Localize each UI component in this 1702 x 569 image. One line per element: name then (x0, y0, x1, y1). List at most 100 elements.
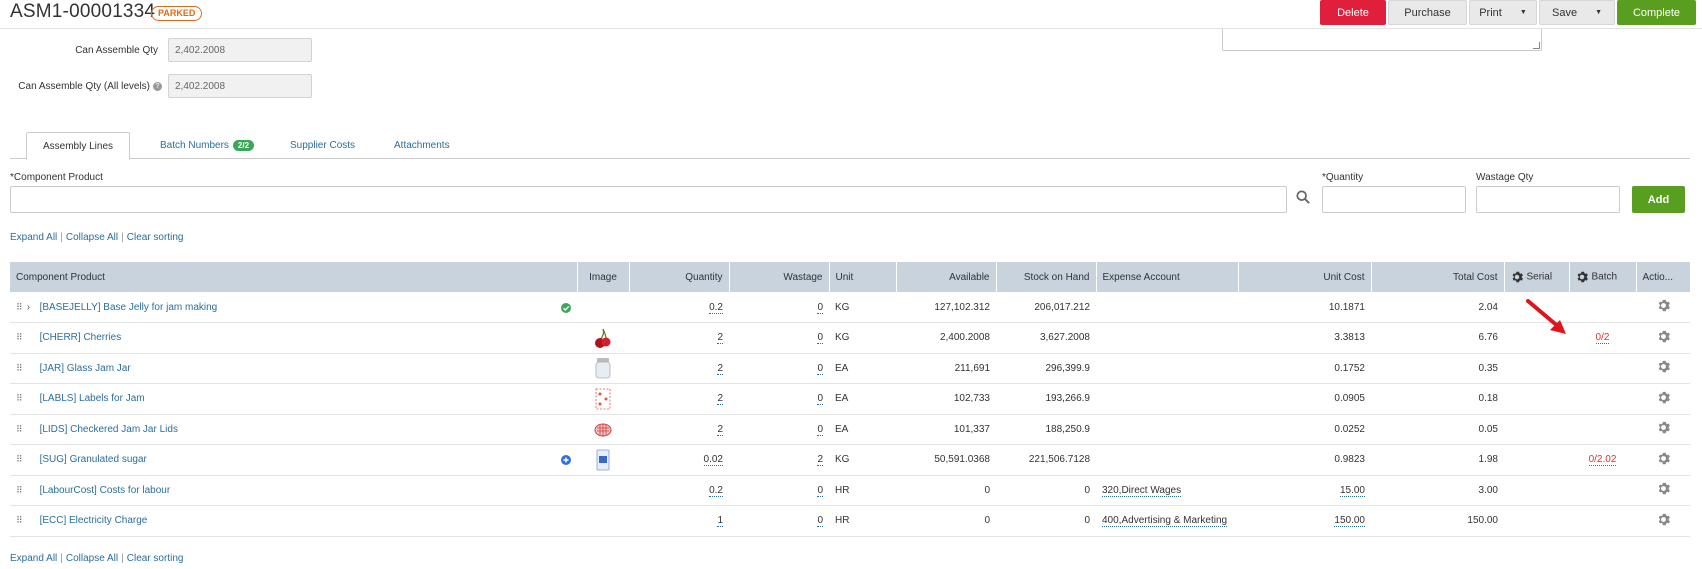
col-component-product[interactable]: Component Product (10, 262, 578, 292)
col-stock-on-hand[interactable]: Stock on Hand (996, 262, 1097, 292)
tab-batch-numbers[interactable]: Batch Numbers 2/2 (144, 132, 270, 159)
expand-all-link[interactable]: Expand All (10, 553, 57, 564)
tab-assembly-lines[interactable]: Assembly Lines (26, 132, 131, 160)
col-expense-account[interactable]: Expense Account (1096, 262, 1239, 292)
quantity-value[interactable]: 2 (717, 362, 723, 375)
help-icon[interactable]: ? (153, 82, 162, 91)
drag-handle-icon[interactable]: ⠿ (16, 515, 24, 526)
drag-handle-icon[interactable]: ⠿ (16, 363, 24, 374)
col-quantity[interactable]: Quantity (629, 262, 730, 292)
drag-handle-icon[interactable]: ⠿ (16, 485, 24, 496)
quantity-input[interactable] (1322, 186, 1466, 213)
gear-icon[interactable] (1657, 299, 1670, 315)
print-button[interactable]: Print ▼ (1469, 0, 1537, 25)
wastage-value[interactable]: 0 (817, 515, 823, 528)
delete-button[interactable]: Delete (1320, 0, 1386, 25)
table-row[interactable]: ⠿ [ECC] Electricity Charge 1 0 HR 0 0 400,Adve… (10, 505, 1690, 537)
gear-icon[interactable] (1657, 513, 1670, 529)
complete-button[interactable]: Complete (1617, 0, 1696, 25)
col-unit[interactable]: Unit (829, 262, 897, 292)
quantity-value[interactable]: 0.02 (703, 454, 723, 467)
drag-handle-icon[interactable]: ⠿ (16, 424, 24, 435)
drag-handle-icon[interactable]: ⠿ (16, 302, 24, 313)
quantity-value[interactable]: 2 (717, 332, 723, 345)
drag-handle-icon[interactable]: ⠿ (16, 332, 24, 343)
batch-link[interactable]: 0/2 (1595, 332, 1610, 345)
table-row[interactable]: ⠿ [LabourCost] Costs for labour 0.2 0 HR 0 0 3… (10, 475, 1690, 506)
wastage-value[interactable]: 0 (817, 484, 823, 497)
gear-icon[interactable] (1657, 452, 1670, 468)
wastage-value[interactable]: 0 (817, 362, 823, 375)
quantity-value[interactable]: 2 (717, 393, 723, 406)
product-thumbnail[interactable] (594, 423, 612, 437)
product-link[interactable]: [LabourCost] Costs for labour (40, 485, 171, 496)
wastage-value[interactable]: 0 (817, 301, 823, 314)
drag-handle-icon[interactable]: ⠿ (16, 454, 24, 465)
image-cell (577, 444, 629, 476)
product-link[interactable]: [ECC] Electricity Charge (40, 515, 148, 526)
purchase-button[interactable]: Purchase (1388, 0, 1467, 25)
expense-account-value[interactable]: 400,Advertising & Marketing (1102, 515, 1228, 528)
product-link[interactable]: [JAR] Glass Jam Jar (40, 363, 131, 374)
quantity-value[interactable]: 2 (717, 423, 723, 436)
table-row[interactable]: ⠿ [CHERR] Cherries 2 0 KG 2,400.2008 3,627.20… (10, 322, 1690, 354)
add-button[interactable]: Add (1632, 186, 1685, 213)
component-product-input[interactable] (10, 186, 1287, 213)
gear-icon[interactable] (1511, 271, 1523, 283)
table-row[interactable]: ⠿ [SUG] Granulated sugar 0.02 2 KG 50,591.03… (10, 444, 1690, 476)
tab-supplier-costs[interactable]: Supplier Costs (274, 132, 371, 159)
product-link[interactable]: [LIDS] Checkered Jam Jar Lids (40, 424, 178, 435)
table-row[interactable]: ⠿ › [BASEJELLY] Base Jelly for jam makin… (10, 292, 1690, 323)
wastage-value[interactable]: 0 (817, 423, 823, 436)
product-thumbnail[interactable] (594, 449, 612, 471)
wastage-value[interactable]: 0 (817, 332, 823, 345)
wastage-value[interactable]: 2 (817, 454, 823, 467)
collapse-all-link[interactable]: Collapse All (66, 553, 118, 564)
product-link[interactable]: [LABLS] Labels for Jam (40, 393, 145, 404)
collapse-all-link[interactable]: Collapse All (66, 232, 118, 243)
col-unit-cost[interactable]: Unit Cost (1238, 262, 1372, 292)
gear-icon[interactable] (1657, 330, 1670, 346)
expand-all-link[interactable]: Expand All (10, 232, 57, 243)
clear-sorting-link[interactable]: Clear sorting (127, 553, 184, 564)
gear-icon[interactable] (1657, 422, 1670, 437)
chevron-right-icon[interactable]: › (27, 302, 37, 313)
unit-cost-value[interactable]: 15.00 (1339, 484, 1365, 497)
drag-handle-icon[interactable]: ⠿ (16, 393, 24, 404)
product-thumbnail[interactable] (594, 388, 612, 410)
table-row[interactable]: ⠿ [JAR] Glass Jam Jar 2 0 EA 211,691 296,399.… (10, 353, 1690, 384)
col-total-cost[interactable]: Total Cost (1371, 262, 1505, 292)
unit-cost-value[interactable]: 150.00 (1334, 515, 1365, 528)
expense-account-value[interactable]: 320,Direct Wages (1102, 484, 1182, 497)
product-link[interactable]: [CHERR] Cherries (40, 332, 122, 343)
gear-icon[interactable] (1657, 483, 1670, 498)
col-serial[interactable]: Serial (1504, 262, 1570, 292)
batch-link[interactable]: 0/2.02 (1588, 454, 1617, 467)
quantity-value[interactable]: 0.2 (709, 484, 723, 497)
product-thumbnail[interactable] (594, 328, 612, 348)
col-wastage[interactable]: Wastage (729, 262, 830, 292)
gear-icon[interactable] (1657, 361, 1670, 376)
table-row[interactable]: ⠿ [LABLS] Labels for Jam 2 0 EA 102,733 193,2… (10, 383, 1690, 415)
wastage-value[interactable]: 0 (817, 393, 823, 406)
notes-textarea[interactable] (1222, 29, 1542, 51)
search-icon[interactable] (1296, 190, 1310, 204)
gear-icon[interactable] (1576, 271, 1588, 283)
tab-attachments[interactable]: Attachments (378, 132, 466, 159)
gear-icon[interactable] (1657, 391, 1670, 407)
plus-circle-icon[interactable] (561, 455, 571, 466)
product-thumbnail[interactable] (594, 358, 612, 379)
col-image[interactable]: Image (577, 262, 630, 292)
col-available[interactable]: Available (896, 262, 997, 292)
save-button[interactable]: Save ▼ (1539, 0, 1615, 25)
wastage-qty-input[interactable] (1476, 186, 1620, 213)
clear-sorting-link[interactable]: Clear sorting (127, 232, 184, 243)
table-row[interactable]: ⠿ [LIDS] Checkered Jam Jar Lids 2 0 EA 101,3… (10, 414, 1690, 445)
resize-handle-icon[interactable] (1533, 42, 1540, 49)
product-link[interactable]: [BASEJELLY] Base Jelly for jam making (40, 302, 218, 313)
col-batch[interactable]: Batch (1569, 262, 1637, 292)
quantity-value[interactable]: 1 (717, 515, 723, 528)
quantity-value[interactable]: 0.2 (709, 301, 723, 314)
product-link[interactable]: [SUG] Granulated sugar (40, 454, 147, 465)
col-actions[interactable]: Actio... (1636, 262, 1691, 292)
